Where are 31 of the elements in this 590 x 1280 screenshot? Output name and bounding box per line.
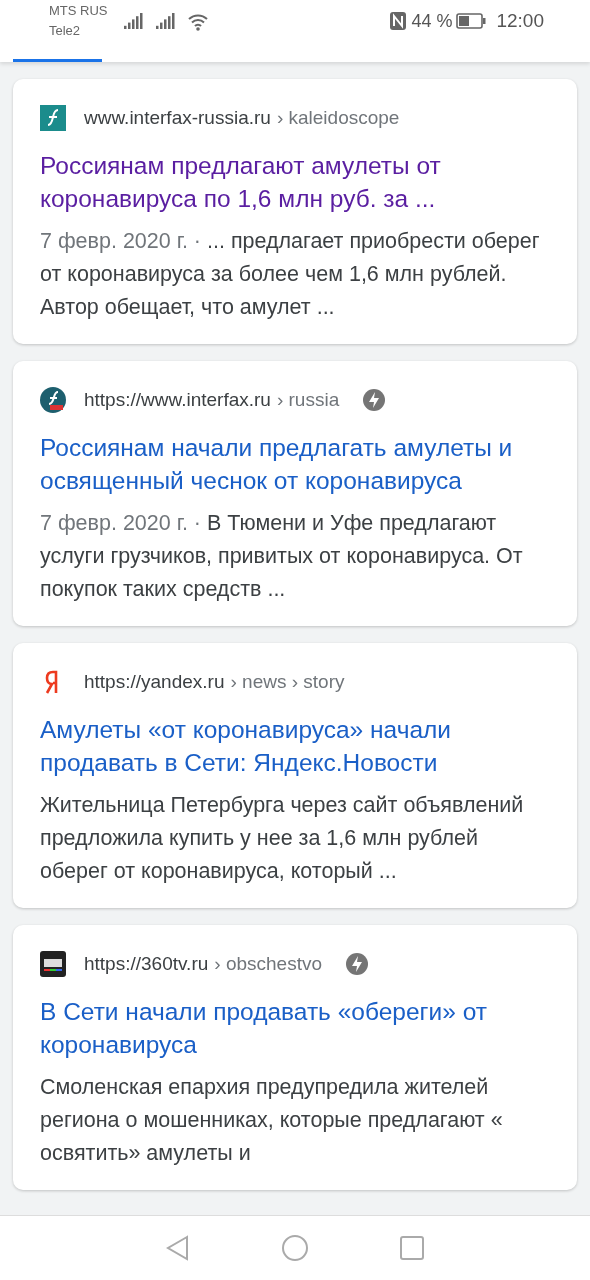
result-title-link[interactable]: В Сети начали продавать «обереги» от коронавируса xyxy=(40,995,551,1061)
favicon-icon xyxy=(40,951,66,977)
site-url[interactable]: www.interfax-russia.ru xyxy=(84,107,271,129)
wifi-icon xyxy=(187,13,208,31)
breadcrumb: › kaleidoscope xyxy=(276,107,400,129)
result-title-link[interactable]: Россиянам предлагают амулеты от коронавируса по 1,6 млн руб. за ... xyxy=(40,149,551,215)
favicon-icon xyxy=(40,105,66,131)
recents-icon[interactable] xyxy=(399,1235,425,1261)
signal-icon xyxy=(123,13,144,31)
breadcrumb: › obschestvo xyxy=(214,953,322,975)
result-snippet: Жительница Петербурга через сайт объявлений предложила купить у нее за 1,6 млн рублей оберег от коронавируса, который ... xyxy=(40,792,525,885)
nfc-icon xyxy=(389,11,408,31)
site-url[interactable]: https://www.interfax.ru xyxy=(84,389,271,411)
site-url[interactable]: https://yandex.ru xyxy=(84,671,225,693)
result-snippet: 7 февр. 2020 г. · В Тюмени и Уфе предлагают услуги грузчиков, привитых от коронавируса. От покупок таких средств ... xyxy=(40,510,524,603)
favicon-icon xyxy=(40,387,66,413)
site-url[interactable]: https://360tv.ru xyxy=(84,953,209,975)
result-title-link[interactable]: Россиянам начали предлагать амулеты и освященный чеснок от коронавируса xyxy=(40,431,551,497)
clock: 12:00 xyxy=(496,10,544,32)
carrier-label: MTS RUS xyxy=(49,2,108,20)
result-title-link[interactable]: Амулеты «от коронавируса» начали продавать в Сети: Яндекс.Новости xyxy=(40,713,551,779)
breadcrumb: › russia xyxy=(276,389,340,411)
home-icon[interactable] xyxy=(281,1234,309,1262)
battery-percent: 44 % xyxy=(411,10,453,32)
battery-icon xyxy=(456,13,487,29)
result-snippet: 7 февр. 2020 г. · ... предлагает приобрести оберег от коронавируса за более чем 1,6 млн рублей. Автор обещает, что амулет ... xyxy=(40,228,541,321)
result-snippet: Смоленская епархия предупредила жителей региона о мошенниках, которые предлагают « освятить» амулеты и xyxy=(40,1074,504,1167)
signal-icon xyxy=(155,13,176,31)
carrier-label: Tele2 xyxy=(49,22,82,40)
breadcrumb: › news › story xyxy=(230,671,345,693)
back-icon[interactable] xyxy=(165,1235,191,1261)
